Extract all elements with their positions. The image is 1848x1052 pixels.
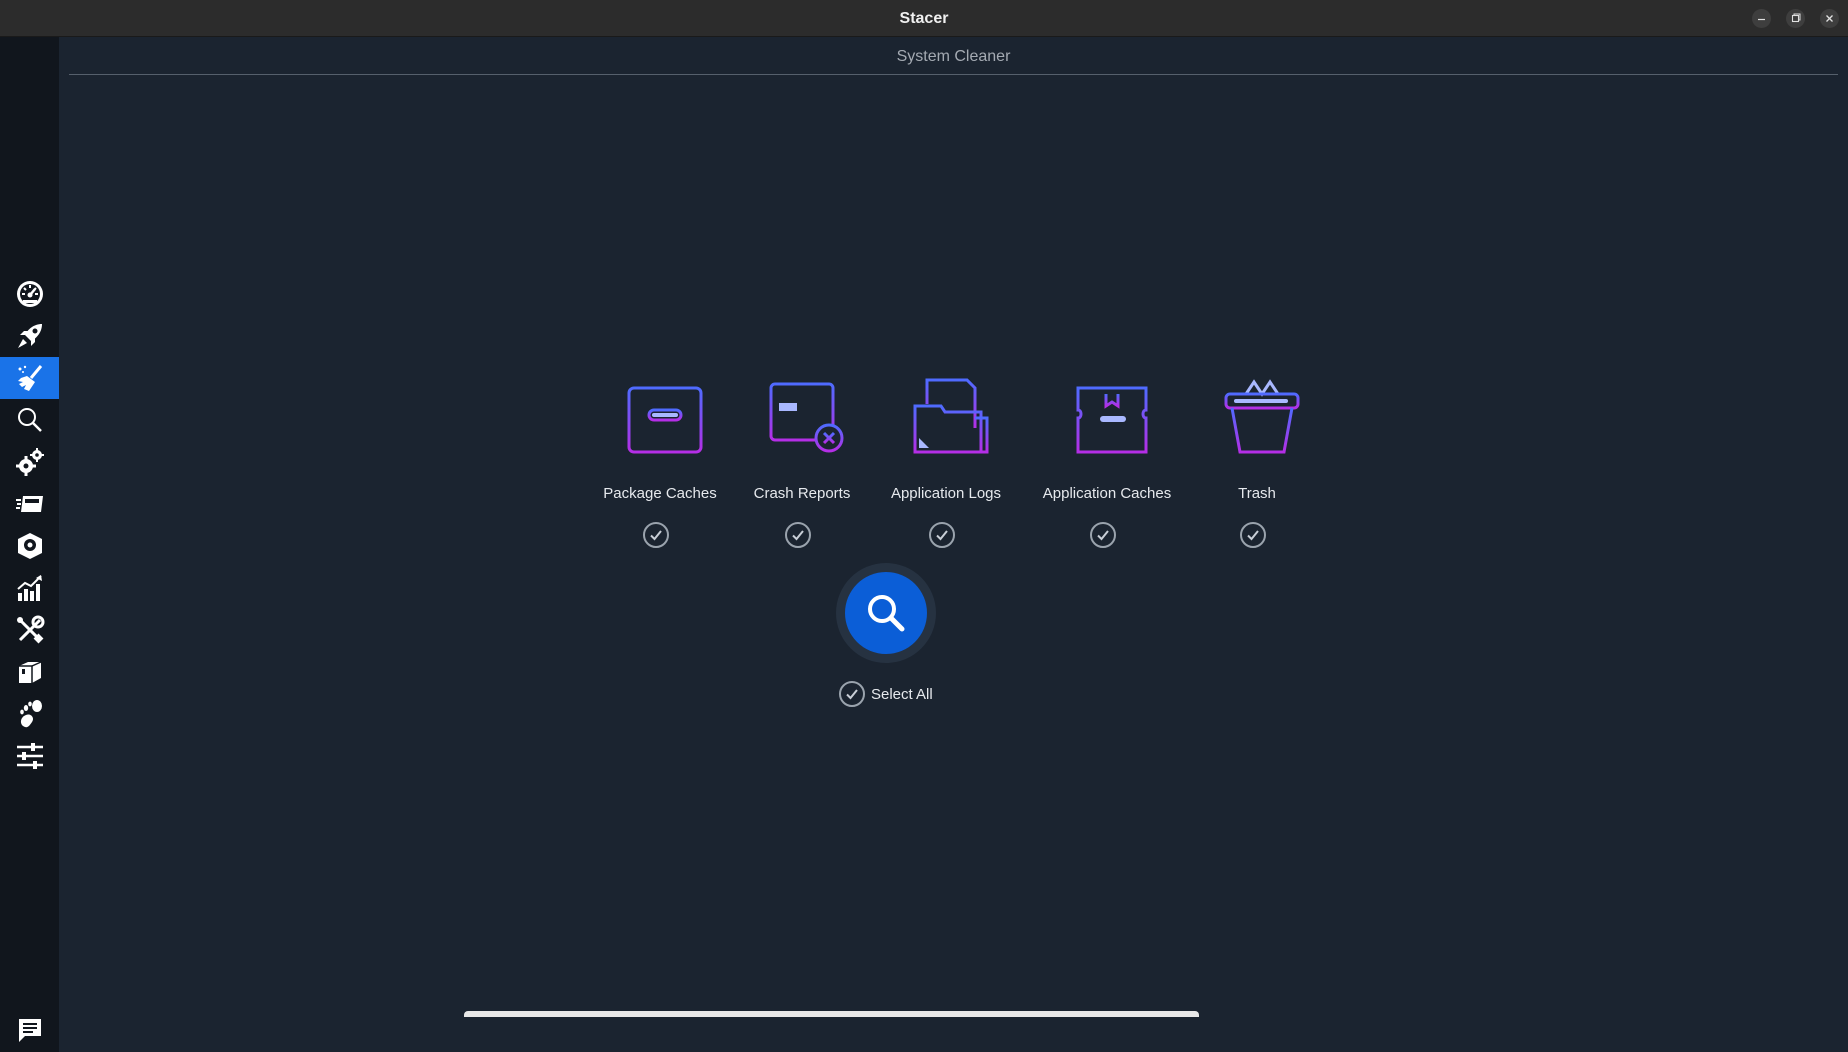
sidebar-item-feedback[interactable] [0, 1009, 59, 1051]
scan-button[interactable] [845, 572, 927, 654]
application-caches-icon [1076, 380, 1148, 454]
category-crash-reports[interactable]: Crash Reports [722, 376, 882, 556]
minimize-icon [1758, 18, 1765, 21]
package-caches-checkbox[interactable] [643, 522, 669, 548]
application-logs-icon [913, 378, 989, 454]
package-icon [17, 533, 42, 559]
category-label: Package Caches [603, 485, 717, 502]
sidebar-item-search[interactable] [0, 399, 59, 441]
sidebar [0, 37, 59, 1052]
search-icon [17, 408, 42, 432]
window-title: Stacer [899, 10, 949, 27]
category-label: Trash [1238, 485, 1276, 502]
tools-icon [16, 615, 44, 644]
sidebar-item-system-cleaner[interactable] [0, 357, 59, 399]
scan-button-ring [836, 563, 936, 663]
sidebar-item-services[interactable] [0, 441, 59, 483]
category-package-caches[interactable]: Package Caches [580, 376, 740, 556]
category-label: Application Caches [1042, 485, 1172, 502]
sidebar-item-gnome-settings[interactable] [0, 693, 59, 735]
sidebar-item-apt-repository[interactable] [0, 651, 59, 693]
sliders-icon [16, 743, 43, 769]
sidebar-item-dashboard[interactable] [0, 273, 59, 315]
category-application-logs[interactable]: Application Logs [866, 376, 1026, 556]
checkmark-icon [936, 530, 948, 541]
checkmark-icon [792, 530, 804, 541]
trash-checkbox[interactable] [1240, 522, 1266, 548]
boxes-icon [18, 661, 41, 683]
sidebar-item-resources[interactable] [0, 567, 59, 609]
category-trash[interactable]: Trash [1177, 376, 1337, 556]
chat-icon [18, 1019, 41, 1042]
application-caches-checkbox[interactable] [1090, 522, 1116, 548]
checkmark-icon [846, 689, 858, 700]
select-all-label: Select All [871, 686, 933, 703]
search-icon [868, 595, 905, 632]
sidebar-item-helpers[interactable] [0, 609, 59, 651]
rocket-icon [17, 324, 42, 348]
sidebar-item-processes[interactable] [0, 483, 59, 525]
select-all[interactable]: Select All [839, 681, 949, 709]
restore-icon [1791, 13, 1801, 23]
category-application-caches[interactable]: Application Caches [1027, 376, 1187, 556]
sidebar-item-uninstaller[interactable] [0, 525, 59, 567]
title-bar: Stacer [0, 0, 1848, 37]
broom-icon [17, 365, 42, 391]
category-label: Application Logs [890, 485, 1002, 502]
gears-icon [15, 448, 44, 476]
checkmark-icon [1097, 530, 1109, 541]
trash-icon [1224, 379, 1300, 454]
crash-reports-checkbox[interactable] [785, 522, 811, 548]
speedometer-icon [16, 281, 43, 307]
processes-icon [15, 496, 43, 512]
restore-button[interactable] [1786, 9, 1805, 28]
application-logs-checkbox[interactable] [929, 522, 955, 548]
package-caches-icon [627, 386, 703, 454]
bottom-overlay-edge [464, 1011, 1199, 1017]
sidebar-item-settings[interactable] [0, 735, 59, 777]
close-icon [1826, 15, 1833, 22]
gnome-foot-icon [19, 700, 42, 728]
minimize-button[interactable] [1752, 9, 1771, 28]
crash-reports-icon [769, 382, 844, 453]
select-all-checkbox[interactable] [839, 681, 865, 707]
category-label: Crash Reports [753, 485, 851, 502]
checkmark-icon [1247, 530, 1259, 541]
stacer-window: Stacer System Cleaner Package Caches Cra… [0, 0, 1848, 1052]
chart-icon [16, 575, 42, 601]
page-header: System Cleaner [69, 37, 1838, 75]
page-title: System Cleaner [896, 48, 1011, 65]
checkmark-icon [650, 530, 662, 541]
sidebar-item-startup-apps[interactable] [0, 315, 59, 357]
close-button[interactable] [1820, 9, 1839, 28]
